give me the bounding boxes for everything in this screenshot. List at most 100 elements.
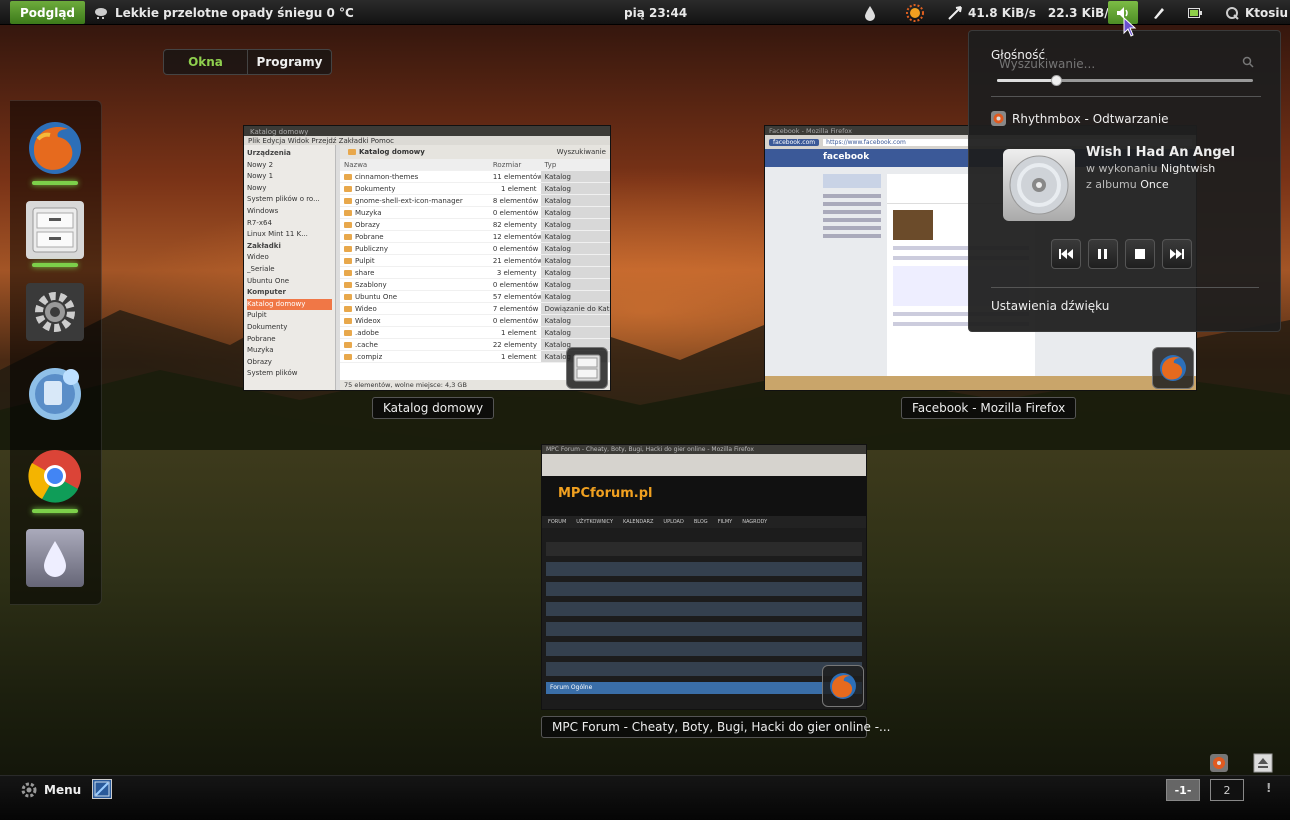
file-cell: Katalog: [540, 315, 610, 326]
show-desktop-icon[interactable]: [92, 779, 112, 799]
places-sidebar: Urządzenia Nowy 2 Nowy 1 Nowy System pli…: [244, 145, 336, 390]
window-thumbnail-mpcforum[interactable]: MPC Forum - Cheaty, Boty, Bugi, Hacki do…: [541, 444, 867, 710]
file-cell: 8 elementów: [492, 197, 539, 205]
dash-chrome[interactable]: [26, 447, 84, 513]
volume-slider-knob[interactable]: [1050, 75, 1062, 86]
file-row[interactable]: Muzyka 0 elementów Katalog: [340, 207, 610, 219]
forum-nav-item[interactable]: NAGRODY: [742, 519, 767, 525]
running-indicator: [32, 509, 78, 513]
sidebar-item[interactable]: Katalog domowy: [247, 298, 332, 311]
dash-files[interactable]: [26, 201, 84, 267]
workspace-2-button[interactable]: 2: [1210, 779, 1244, 801]
user-menu[interactable]: Ktosiu: [1225, 0, 1288, 25]
sound-menu: Głośność Rhythmbox - Odtwarzanie Wish I …: [968, 30, 1281, 332]
file-row[interactable]: Pulpit 21 elementów Katalog: [340, 255, 610, 267]
pause-button[interactable]: [1088, 239, 1118, 269]
file-cell: Obrazy: [340, 219, 489, 230]
file-row[interactable]: Dokumenty 1 element Katalog: [340, 183, 610, 195]
file-row[interactable]: .adobe 1 element Katalog: [340, 327, 610, 339]
dash-drop-app[interactable]: [26, 529, 84, 587]
forum-nav-item[interactable]: FORUM: [548, 519, 566, 525]
file-cell: Wideo: [340, 303, 489, 314]
sun-icon[interactable]: [906, 0, 924, 25]
file-row[interactable]: Ubuntu One 57 elementów Katalog: [340, 291, 610, 303]
user-status-icon: [1226, 6, 1239, 20]
player-entry[interactable]: Rhythmbox - Odtwarzanie: [991, 111, 1169, 126]
file-row[interactable]: Pobrane 12 elementów Katalog: [340, 231, 610, 243]
network-arrow-icon: [948, 5, 962, 20]
previous-button[interactable]: [1051, 239, 1081, 269]
water-drop-icon[interactable]: [864, 0, 876, 25]
file-row[interactable]: Publiczny 0 elementów Katalog: [340, 243, 610, 255]
file-cell: Katalog: [540, 195, 610, 206]
search-input[interactable]: [999, 55, 1254, 73]
column-header[interactable]: Rozmiar: [489, 159, 541, 170]
file-row[interactable]: share 3 elementy Katalog: [340, 267, 610, 279]
file-cell: Katalog: [540, 219, 610, 230]
window-thumbnail-files[interactable]: Katalog domowy Plik Edycja Widok Przejdź…: [243, 125, 611, 391]
forum-nav-item[interactable]: UŻYTKOWNICY: [576, 519, 613, 525]
file-row[interactable]: Szablony 0 elementów Katalog: [340, 279, 610, 291]
stop-button[interactable]: [1125, 239, 1155, 269]
forum-nav-item[interactable]: UPLOAD: [663, 519, 683, 525]
sidebar-item[interactable]: Pobrane: [247, 334, 332, 346]
sidebar-item[interactable]: System plików: [247, 368, 332, 380]
top-panel: Podgląd Lekkie przelotne opady śniegu 0 …: [0, 0, 1290, 25]
file-row[interactable]: Wideo 7 elementów Dowiązanie do Kata: [340, 303, 610, 315]
volume-slider[interactable]: [997, 75, 1253, 86]
sidebar-item[interactable]: Obrazy: [247, 357, 332, 369]
sidebar-item[interactable]: System plików o ro...: [247, 194, 332, 206]
sidebar-item[interactable]: Dokumenty: [247, 322, 332, 334]
forum-nav-item[interactable]: BLOG: [694, 519, 708, 525]
file-row[interactable]: gnome-shell-ext-icon-manager 8 elementów K…: [340, 195, 610, 207]
dash-empathy[interactable]: [26, 365, 84, 423]
search-icon: [1242, 56, 1254, 68]
file-cell: share: [340, 267, 489, 278]
sidebar-item[interactable]: Muzyka: [247, 345, 332, 357]
sidebar-item[interactable]: Nowy 1: [247, 171, 332, 183]
activities-button[interactable]: Podgląd: [10, 1, 86, 24]
file-row[interactable]: Obrazy 82 elementy Katalog: [340, 219, 610, 231]
sidebar-item[interactable]: Wideo: [247, 252, 332, 264]
file-row[interactable]: Wideox 0 elementów Katalog: [340, 315, 610, 327]
sidebar-item[interactable]: Ubuntu One: [247, 276, 332, 288]
workspace-1-button[interactable]: -1-: [1166, 779, 1200, 801]
sidebar-item[interactable]: R7-x64: [247, 218, 332, 230]
column-header[interactable]: Typ: [541, 159, 611, 170]
window-caption-mpcforum[interactable]: MPC Forum - Cheaty, Boty, Bugi, Hacki do…: [541, 716, 891, 738]
files-app-badge: [566, 347, 608, 389]
column-header[interactable]: Nazwa: [340, 159, 489, 170]
sidebar-item[interactable]: Nowy: [247, 183, 332, 195]
pen-icon[interactable]: [1152, 0, 1166, 25]
eject-tray-icon[interactable]: [1253, 753, 1273, 773]
notification-alert[interactable]: !: [1266, 781, 1271, 795]
window-caption-facebook[interactable]: Facebook - Mozilla Firefox: [901, 397, 1077, 419]
file-cell: 0 elementów: [492, 245, 539, 253]
track-artist-line: w wykonaniu Nightwish: [1086, 162, 1216, 175]
file-cell: Wideox: [340, 315, 489, 326]
tab-windows[interactable]: Okna: [164, 50, 248, 74]
battery-icon[interactable]: [1188, 0, 1202, 25]
sidebar-item[interactable]: _Seriale: [247, 264, 332, 276]
forum-nav-item[interactable]: FILMY: [718, 519, 733, 525]
tab-applications[interactable]: Programy: [248, 50, 331, 74]
forum-nav-item[interactable]: KALENDARZ: [623, 519, 653, 525]
sidebar-item[interactable]: Windows: [247, 206, 332, 218]
sidebar-item[interactable]: Linux Mint 11 K...: [247, 229, 332, 241]
dash-firefox[interactable]: [26, 119, 84, 185]
network-monitor[interactable]: 41.8 KiB/s 22.3 KiB/s: [948, 0, 1116, 25]
dash-settings[interactable]: [26, 283, 84, 341]
cd-icon: [1009, 155, 1069, 215]
file-cell: Katalog: [540, 291, 610, 302]
sidebar-item[interactable]: Nowy 2: [247, 160, 332, 172]
sound-settings-item[interactable]: Ustawienia dźwięku: [991, 299, 1109, 313]
file-row[interactable]: cinnamon-themes 11 elementów Katalog: [340, 171, 610, 183]
menu-button[interactable]: Menu: [20, 779, 81, 801]
clock[interactable]: pią 23:44: [624, 0, 687, 25]
rhythmbox-tray-icon[interactable]: [1209, 753, 1229, 773]
weather-applet[interactable]: Lekkie przelotne opady śniegu 0 °C: [93, 0, 354, 25]
next-button[interactable]: [1162, 239, 1192, 269]
window-caption-files[interactable]: Katalog domowy: [372, 397, 495, 419]
sidebar-item[interactable]: Pulpit: [247, 310, 332, 322]
water-drop-app-icon: [44, 541, 66, 577]
